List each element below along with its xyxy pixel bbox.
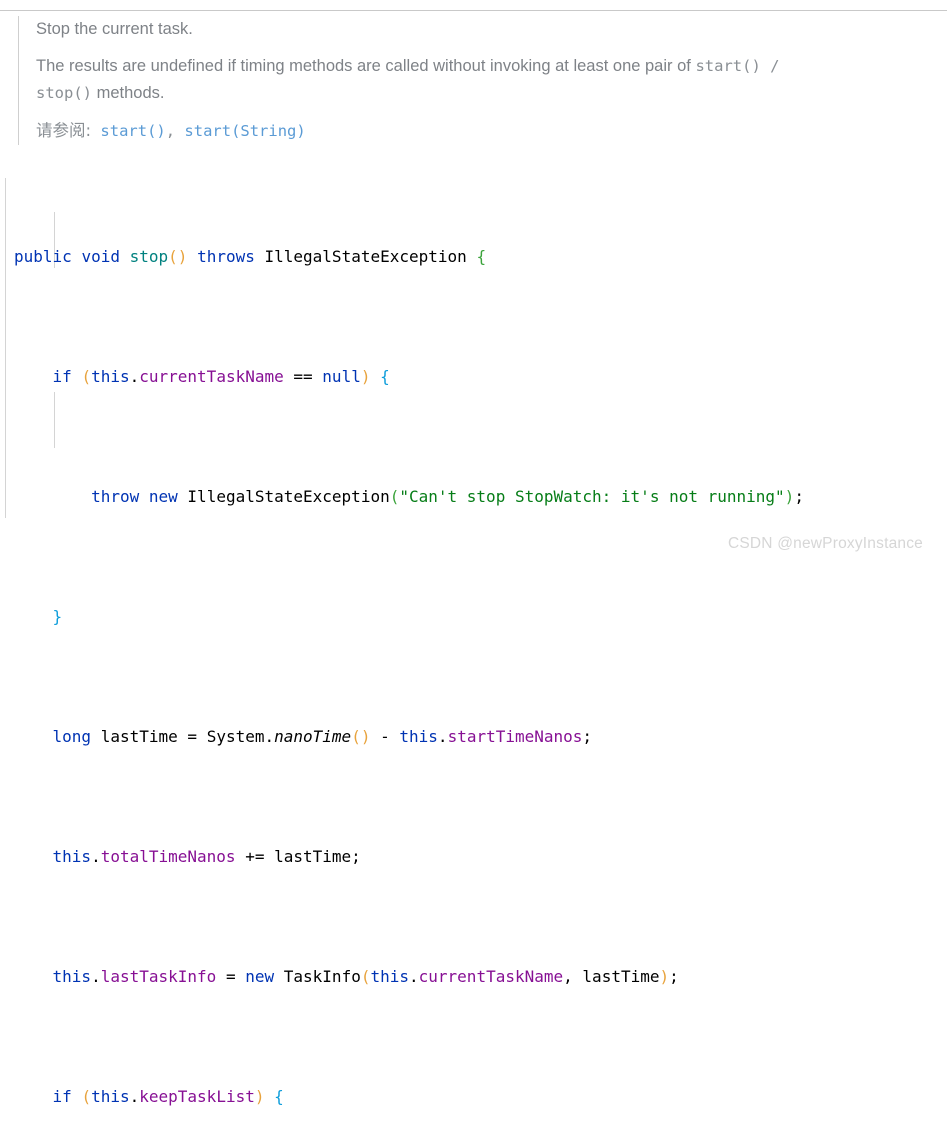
code-line-4: } [14, 602, 944, 632]
code-line-3: throw new IllegalStateException("Can't s… [14, 482, 944, 512]
assign-2: = [225, 967, 236, 986]
dot-7: . [129, 1087, 140, 1106]
dot-2: . [264, 727, 275, 746]
token-keyword-null-1: null [322, 367, 361, 386]
doc-summary: Stop the current task. [36, 20, 193, 38]
token-var-lasttime-1: lastTime [100, 727, 178, 746]
pluseq-1: += [245, 847, 265, 866]
token-method-nanotime: nanoTime [274, 727, 352, 746]
semicolon-1: ; [794, 487, 804, 506]
token-keyword-this-6: this [91, 1087, 130, 1106]
token-method-stop: stop [129, 247, 169, 266]
minus-1: - [380, 727, 390, 746]
token-field-currenttaskname-1: currentTaskName [139, 367, 284, 386]
paren-close-4: ) [360, 727, 371, 746]
code-line-8: if (this.keepTaskList) { [14, 1082, 944, 1112]
brace-open-if-2: { [274, 1087, 284, 1106]
code-line-1: public void stop() throws IllegalStateEx… [14, 242, 944, 272]
semicolon-4: ; [669, 967, 679, 986]
doc-inline-code-stop: stop() [36, 84, 92, 102]
token-keyword-this-4: this [52, 967, 92, 986]
token-field-starttimenanos: startTimeNanos [447, 727, 583, 746]
token-field-totaltimenanos: totalTimeNanos [100, 847, 236, 866]
doc-see-also: 请参阅: start(), start(String) [36, 117, 918, 145]
paren-open-2: ( [81, 367, 92, 386]
brace-open-outer: { [476, 247, 487, 266]
code-line-2: if (this.currentTaskName == null) { [14, 362, 944, 392]
dot-1: . [129, 367, 140, 386]
see-link-separator: , [165, 122, 185, 140]
token-field-keeptasklist: keepTaskList [139, 1087, 255, 1106]
token-keyword-this-3: this [52, 847, 92, 866]
token-field-lasttaskinfo-1: lastTaskInfo [100, 967, 217, 986]
code-line-5: long lastTime = System.nanoTime() - this… [14, 722, 944, 752]
token-keyword-void: void [81, 247, 120, 266]
token-string-message: "Can't stop StopWatch: it's not running" [399, 487, 785, 506]
dot-5: . [91, 967, 101, 986]
token-field-currenttaskname-2: currentTaskName [418, 967, 564, 986]
doc-paragraph: The results are undefined if timing meth… [36, 53, 826, 107]
brace-open-if-1: { [380, 367, 390, 386]
token-keyword-this-1: this [91, 367, 130, 386]
token-type-illegalstateexception: IllegalStateException [264, 247, 467, 266]
token-keyword-new-1: new [148, 487, 178, 506]
paren-close-3: ) [784, 487, 795, 506]
paren-close-2: ) [360, 367, 371, 386]
see-also-label: 请参阅: [36, 121, 92, 140]
paren-open-4: ( [351, 727, 361, 746]
paren-close-1: ) [177, 247, 188, 266]
token-keyword-throws: throws [197, 247, 255, 266]
javadoc-tooltip: Stop the current task. The results are u… [0, 0, 947, 1106]
paren-open-1: ( [168, 247, 178, 266]
indent-guide-level-1 [5, 178, 6, 518]
token-keyword-if-1: if [52, 367, 72, 386]
token-keyword-this-5: this [370, 967, 409, 986]
token-keyword-this-2: this [399, 727, 438, 746]
token-keyword-public: public [14, 247, 72, 266]
assign-1: = [187, 727, 198, 746]
javadoc-description: Stop the current task. The results are u… [18, 16, 918, 145]
code-block: public void stop() throws IllegalStateEx… [14, 152, 944, 1130]
csdn-watermark: CSDN @newProxyInstance [727, 535, 923, 552]
brace-close-if-1: } [52, 607, 63, 626]
token-var-lasttime-3: lastTime [582, 967, 660, 986]
token-type-illegalstateexception-2: IllegalStateException [187, 487, 390, 506]
token-operator-eqeq: == [293, 367, 313, 386]
doc-inline-code-start: start() [695, 57, 761, 75]
see-also-link-start[interactable]: start() [100, 122, 165, 140]
token-type-taskinfo: TaskInfo [283, 967, 361, 986]
paren-open-3: ( [389, 487, 400, 506]
paren-open-5: ( [360, 967, 371, 986]
semicolon-2: ; [582, 727, 593, 746]
dot-4: . [91, 847, 101, 866]
see-space [91, 122, 100, 140]
dot-6: . [409, 967, 419, 986]
paren-close-6: ) [254, 1087, 265, 1106]
see-also-link-start-string[interactable]: start(String) [184, 122, 305, 140]
comma-1: , [563, 967, 573, 986]
paren-close-5: ) [659, 967, 670, 986]
token-type-system: System [206, 727, 265, 746]
code-line-6: this.totalTimeNanos += lastTime; [14, 842, 944, 872]
semicolon-3: ; [351, 847, 361, 866]
dot-3: . [437, 727, 448, 746]
top-divider [0, 10, 947, 11]
token-keyword-new-2: new [245, 967, 275, 986]
paren-open-6: ( [81, 1087, 92, 1106]
token-keyword-if-2: if [52, 1087, 72, 1106]
doc-paragraph-text-1: The results are undefined if timing meth… [36, 57, 696, 75]
token-var-lasttime-2: lastTime [274, 847, 352, 866]
code-line-7: this.lastTaskInfo = new TaskInfo(this.cu… [14, 962, 944, 992]
token-keyword-long: long [52, 727, 92, 746]
doc-inline-separator: / [760, 57, 780, 75]
token-keyword-throw: throw [91, 487, 140, 506]
doc-paragraph-text-2: methods. [92, 84, 165, 102]
